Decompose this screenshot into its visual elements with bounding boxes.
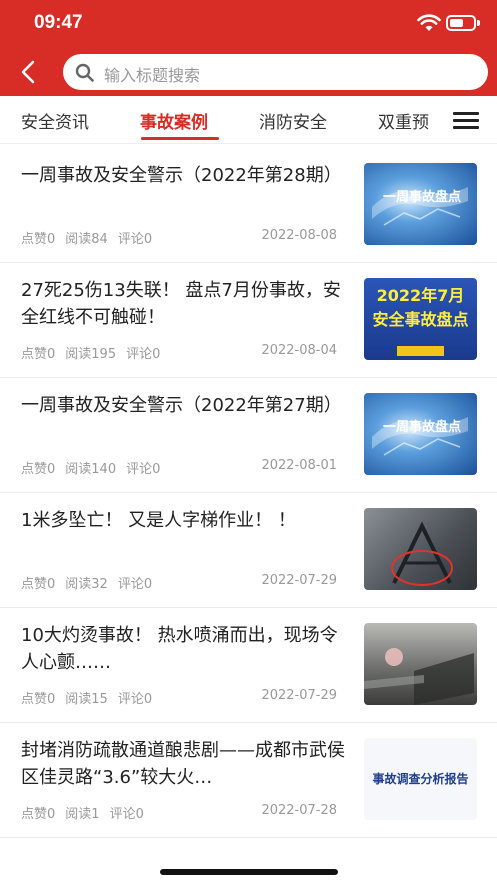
read-count: 阅读15 [65, 692, 108, 707]
search-placeholder: 输入标题搜索 [104, 66, 201, 85]
article-date: 2022-07-29 [261, 688, 337, 703]
article-thumbnail [364, 508, 477, 590]
thumb-text: 一周事故盘点 [383, 419, 461, 435]
comment-count: 评论0 [126, 462, 161, 477]
like-count: 点赞0 [21, 462, 56, 477]
read-count: 阅读140 [65, 462, 117, 477]
thumb-text: 2022年7月 安全事故盘点 [372, 286, 469, 329]
article-meta: 点赞0 阅读84 评论0 [21, 228, 162, 247]
comment-count: 评论0 [117, 577, 153, 592]
article-thumbnail: 2022年7月 安全事故盘点 [364, 278, 477, 360]
read-count: 阅读84 [65, 232, 108, 247]
like-count: 点赞0 [21, 692, 56, 707]
list-item[interactable]: 封堵消防疏散通道酿悲剧——成都市武侯区佳灵路“3.6”较大火… 点赞0 阅读1 评论… [0, 723, 497, 838]
article-thumbnail: 事故调查分析报告 [364, 738, 477, 820]
back-arrow-icon[interactable] [16, 58, 42, 86]
article-date: 2022-08-08 [261, 228, 337, 243]
active-tab-indicator [141, 137, 219, 140]
article-meta: 点赞0 阅读195 评论0 [21, 343, 170, 362]
comment-count: 评论0 [117, 232, 153, 247]
home-indicator [160, 869, 338, 875]
search-input[interactable]: 输入标题搜索 [63, 54, 488, 90]
article-title: 27死25伤13失联！ 盘点7月份事故，安全红线不可触碰！ [21, 280, 341, 328]
category-tabs: 安全资讯 事故案例 消防安全 双重预 [0, 96, 497, 144]
article-title: 封堵消防疏散通道酿悲剧——成都市武侯区佳灵路“3.6”较大火… [21, 740, 345, 788]
tab-fire-safety[interactable]: 消防安全 [259, 108, 327, 133]
article-date: 2022-07-28 [261, 803, 337, 818]
thumb-text: 事故调查分析报告 [372, 772, 469, 786]
article-thumbnail: 一周事故盘点 [364, 393, 477, 475]
tab-accident-cases[interactable]: 事故案例 [140, 108, 208, 133]
like-count: 点赞0 [21, 232, 56, 247]
tab-safety-news[interactable]: 安全资讯 [21, 108, 89, 133]
like-count: 点赞0 [21, 577, 56, 592]
article-title: 一周事故及安全警示（2022年第28期） [21, 165, 342, 186]
list-item[interactable]: 一周事故及安全警示（2022年第27期） 点赞0 阅读140 评论0 2022-08… [0, 378, 497, 493]
read-count: 阅读32 [65, 577, 108, 592]
article-date: 2022-08-04 [261, 343, 337, 358]
article-thumbnail: 一周事故盘点 [364, 163, 477, 245]
article-meta: 点赞0 阅读140 评论0 [21, 458, 170, 477]
like-count: 点赞0 [21, 807, 56, 822]
top-bar: 09:47 输入标题搜索 [0, 0, 497, 96]
read-count: 阅读1 [65, 807, 100, 822]
article-title: 1米多坠亡！ 又是人字梯作业！ ！ [21, 510, 296, 531]
article-title: 10大灼烫事故！ 热水喷涌而出，现场令人心颤…… [21, 625, 338, 673]
status-time: 09:47 [34, 12, 83, 33]
article-meta: 点赞0 阅读15 评论0 [21, 688, 162, 707]
list-item[interactable]: 27死25伤13失联！ 盘点7月份事故，安全红线不可触碰！ 点赞0 阅读195 评论… [0, 263, 497, 378]
wifi-icon [417, 14, 441, 31]
article-date: 2022-07-29 [261, 573, 337, 588]
tab-dual-prevention[interactable]: 双重预 [378, 108, 429, 133]
comment-count: 评论0 [109, 807, 144, 822]
like-count: 点赞0 [21, 347, 56, 362]
battery-icon [446, 15, 480, 31]
thumb-text: 一周事故盘点 [383, 189, 461, 205]
comment-count: 评论0 [117, 692, 153, 707]
menu-icon[interactable] [453, 110, 479, 130]
list-item[interactable]: 10大灼烫事故！ 热水喷涌而出，现场令人心颤…… 点赞0 阅读15 评论0 2022… [0, 608, 497, 723]
article-meta: 点赞0 阅读32 评论0 [21, 573, 162, 592]
article-thumbnail [364, 623, 477, 705]
read-count: 阅读195 [65, 347, 117, 362]
status-bar: 09:47 [0, 0, 497, 46]
article-date: 2022-08-01 [261, 458, 337, 473]
search-icon [75, 63, 94, 82]
list-item[interactable]: 一周事故及安全警示（2022年第28期） 点赞0 阅读84 评论0 2022-08-… [0, 148, 497, 263]
article-meta: 点赞0 阅读1 评论0 [21, 803, 154, 822]
article-title: 一周事故及安全警示（2022年第27期） [21, 395, 342, 416]
list-item[interactable]: 1米多坠亡！ 又是人字梯作业！ ！ 点赞0 阅读32 评论0 2022-07-29 [0, 493, 497, 608]
comment-count: 评论0 [126, 347, 161, 362]
